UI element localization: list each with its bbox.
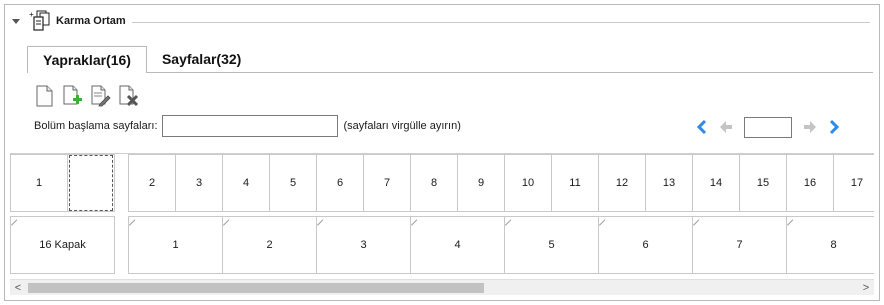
page-label: 1 [172, 239, 179, 251]
page-corner-icon [787, 217, 795, 225]
scroll-thumb[interactable] [28, 283, 484, 293]
page-label: 6 [642, 239, 649, 251]
sheet-cell[interactable]: 13 [645, 154, 693, 212]
tab-bar: Yapraklar(16) Sayfalar(32) [27, 46, 256, 73]
sheet-cell[interactable]: 14 [692, 154, 740, 212]
delete-page-icon[interactable] [116, 84, 140, 108]
first-page-button[interactable] [690, 116, 714, 138]
sheet-placeholder[interactable] [67, 154, 115, 212]
section-start-row: Bolüm başlama sayfaları: (sayfaları virg… [34, 115, 461, 137]
page-cell[interactable]: 5 [504, 216, 599, 274]
section-title: Karma Ortam [56, 15, 126, 27]
section-start-hint: (sayfaları virgülle ayırın) [343, 120, 461, 132]
page-cell[interactable]: 6 [598, 216, 693, 274]
previous-page-button[interactable] [714, 116, 738, 138]
page-number-input[interactable] [744, 116, 792, 138]
page-cell[interactable]: 7 [692, 216, 787, 274]
page-label: 2 [266, 239, 273, 251]
section-header: + Karma Ortam [8, 9, 870, 33]
sheet-cell[interactable]: 15 [739, 154, 787, 212]
page-corner-icon [129, 217, 137, 225]
sheet-cell[interactable]: 6 [316, 154, 364, 212]
page-cell[interactable]: 1 [128, 216, 223, 274]
page-corner-icon [11, 217, 19, 225]
page-navigator [690, 116, 846, 138]
sheet-cell[interactable]: 2 [128, 154, 176, 212]
section-start-label: Bolüm başlama sayfaları: [34, 120, 158, 132]
sheet-cell[interactable]: 8 [410, 154, 458, 212]
section-start-input[interactable] [161, 115, 338, 137]
toolbar [32, 84, 140, 108]
collapse-arrow-icon[interactable] [12, 18, 20, 24]
page-grid: 1 2 3 4 5 6 7 8 9 10 11 12 13 14 15 16 1… [10, 153, 874, 277]
page-corner-icon [505, 217, 513, 225]
page-label: 5 [548, 239, 555, 251]
tab-sheets[interactable]: Yapraklar(16) [27, 46, 147, 73]
sheets-row: 1 2 3 4 5 6 7 8 9 10 11 12 13 14 15 16 1… [10, 154, 874, 212]
svg-text:+: + [29, 10, 34, 19]
sheet-cell[interactable]: 16 [786, 154, 834, 212]
pages-row: 16 Kapak 1 2 3 4 5 6 7 8 [10, 216, 874, 274]
page-label: 8 [830, 239, 837, 251]
page-corner-icon [317, 217, 325, 225]
scroll-left-arrow[interactable]: < [10, 280, 26, 296]
add-page-icon[interactable] [60, 84, 84, 108]
sheet-cell[interactable]: 1 [10, 154, 68, 212]
page-label: 7 [736, 239, 743, 251]
new-page-icon[interactable] [32, 84, 56, 108]
page-cell[interactable]: 2 [222, 216, 317, 274]
page-label: 4 [454, 239, 461, 251]
sheet-cell[interactable]: 17 [833, 154, 874, 212]
page-corner-icon [599, 217, 607, 225]
sheet-cell[interactable]: 5 [269, 154, 317, 212]
page-label: 3 [360, 239, 367, 251]
page-cell-cover[interactable]: 16 Kapak [10, 216, 115, 274]
sheet-cell[interactable]: 4 [222, 154, 270, 212]
last-page-button[interactable] [822, 116, 846, 138]
sheet-cell[interactable]: 11 [551, 154, 599, 212]
page-corner-icon [411, 217, 419, 225]
horizontal-scrollbar[interactable]: < > [10, 279, 874, 295]
page-cell[interactable]: 8 [786, 216, 874, 274]
page-cell[interactable]: 4 [410, 216, 505, 274]
placeholder-outline [69, 155, 113, 211]
sheet-cell[interactable]: 3 [175, 154, 223, 212]
section-divider [131, 21, 870, 23]
sheet-cell[interactable]: 7 [363, 154, 411, 212]
scroll-right-arrow[interactable]: > [858, 280, 874, 296]
mixed-media-icon: + [28, 10, 52, 32]
tab-pages[interactable]: Sayfalar(32) [147, 46, 256, 72]
page-cell[interactable]: 3 [316, 216, 411, 274]
edit-page-icon[interactable] [88, 84, 112, 108]
sheet-cell[interactable]: 12 [598, 154, 646, 212]
sheet-cell[interactable]: 9 [457, 154, 505, 212]
page-corner-icon [223, 217, 231, 225]
sheet-cell[interactable]: 10 [504, 154, 552, 212]
next-page-button[interactable] [798, 116, 822, 138]
page-label: 16 Kapak [39, 239, 86, 251]
page-corner-icon [693, 217, 701, 225]
